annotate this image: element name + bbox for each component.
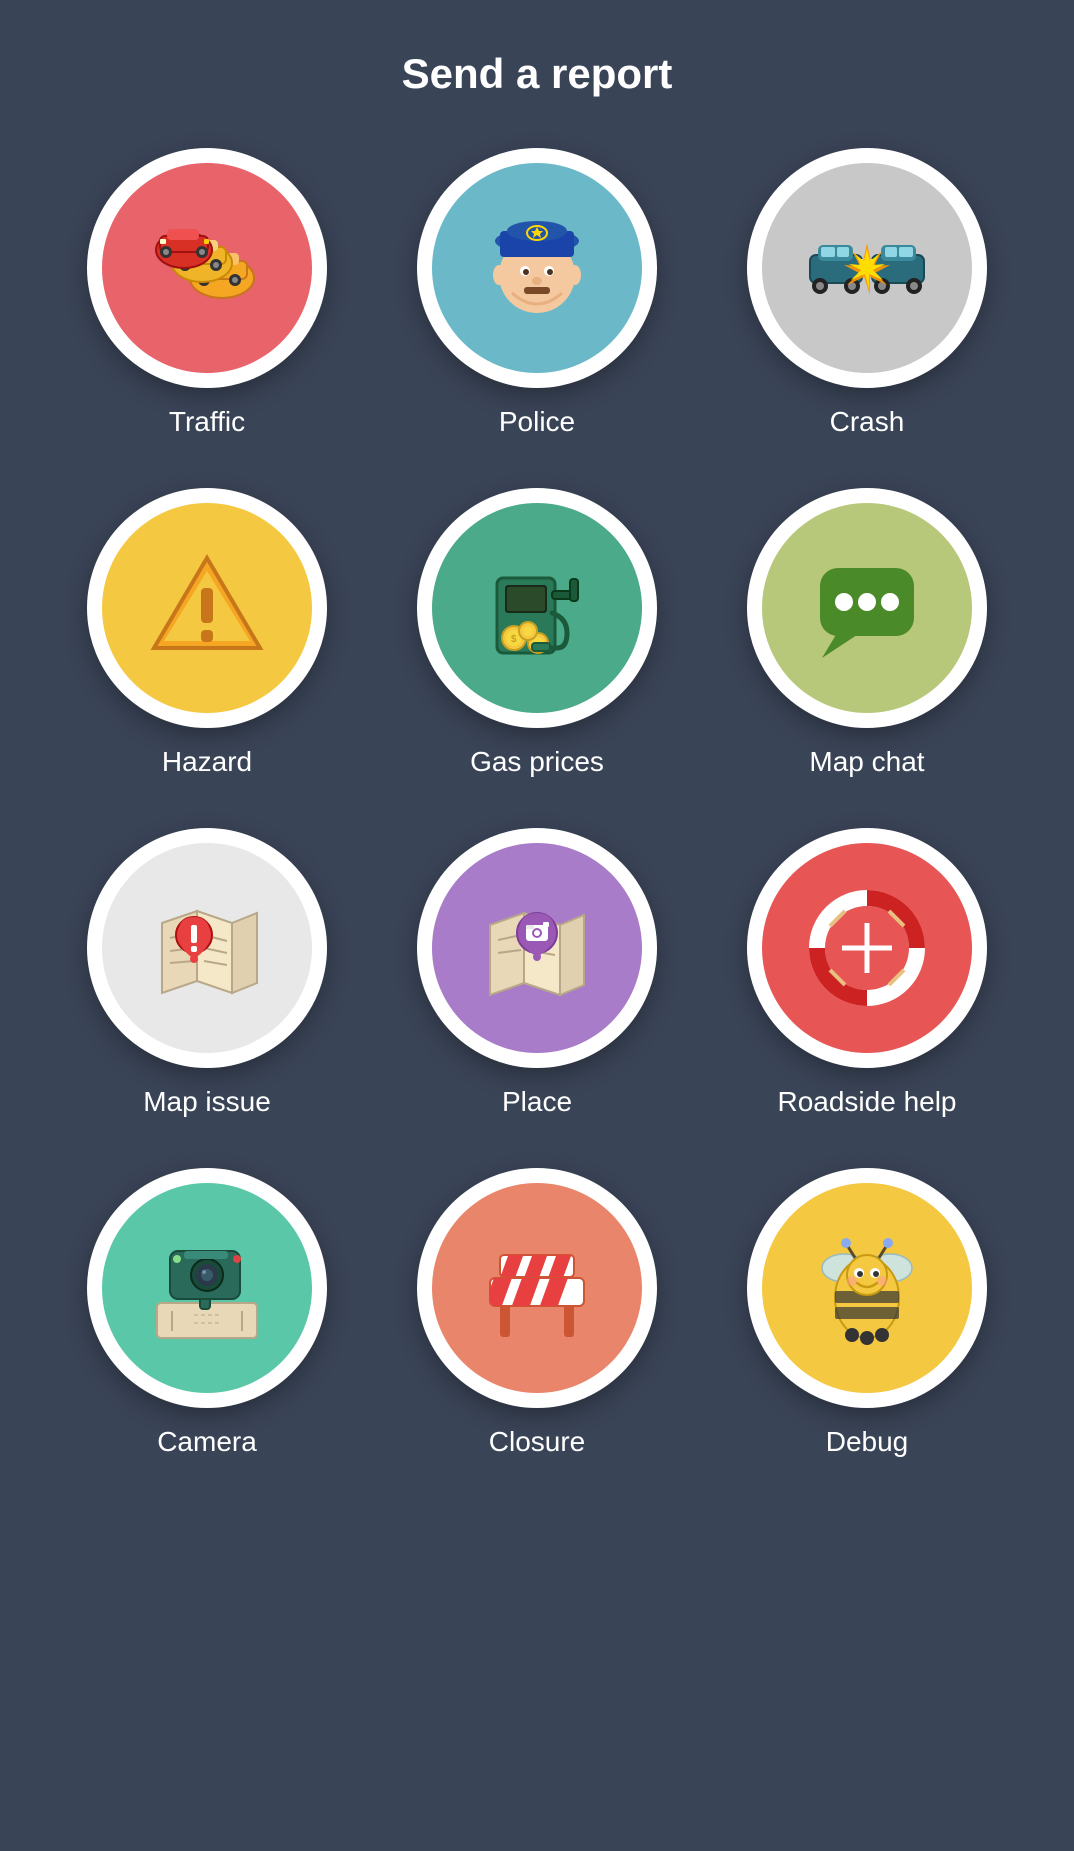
svg-text:$: $ bbox=[511, 634, 517, 645]
report-item-camera[interactable]: Camera bbox=[57, 1168, 357, 1458]
mapchat-circle bbox=[747, 488, 987, 728]
report-item-gas[interactable]: $ Gas prices bbox=[387, 488, 687, 778]
report-item-mapissue[interactable]: Map issue bbox=[57, 828, 357, 1118]
police-label: Police bbox=[499, 406, 575, 438]
debug-icon-bg bbox=[762, 1183, 972, 1393]
closure-circle bbox=[417, 1168, 657, 1408]
camera-icon-bg bbox=[102, 1183, 312, 1393]
hazard-icon-bg bbox=[102, 503, 312, 713]
police-icon-bg bbox=[432, 163, 642, 373]
debug-circle bbox=[747, 1168, 987, 1408]
place-circle bbox=[417, 828, 657, 1068]
hazard-label: Hazard bbox=[162, 746, 252, 778]
traffic-icon-bg bbox=[102, 163, 312, 373]
report-item-crash[interactable]: Crash bbox=[717, 148, 1017, 438]
report-item-mapchat[interactable]: Map chat bbox=[717, 488, 1017, 778]
crash-icon bbox=[802, 203, 932, 333]
mapchat-icon bbox=[802, 543, 932, 673]
mapissue-icon-bg bbox=[102, 843, 312, 1053]
closure-icon bbox=[472, 1223, 602, 1353]
roadside-icon-bg bbox=[762, 843, 972, 1053]
police-circle bbox=[417, 148, 657, 388]
mapchat-icon-bg bbox=[762, 503, 972, 713]
debug-label: Debug bbox=[826, 1426, 909, 1458]
report-item-hazard[interactable]: Hazard bbox=[57, 488, 357, 778]
place-label: Place bbox=[502, 1086, 572, 1118]
crash-circle bbox=[747, 148, 987, 388]
report-item-closure[interactable]: Closure bbox=[387, 1168, 687, 1458]
mapchat-label: Map chat bbox=[809, 746, 924, 778]
report-grid: Traffic bbox=[57, 148, 1017, 1458]
roadside-circle bbox=[747, 828, 987, 1068]
hazard-icon bbox=[142, 543, 272, 673]
roadside-label: Roadside help bbox=[777, 1086, 956, 1118]
crash-label: Crash bbox=[830, 406, 905, 438]
page-title: Send a report bbox=[402, 50, 673, 98]
gas-icon: $ bbox=[472, 543, 602, 673]
report-item-traffic[interactable]: Traffic bbox=[57, 148, 357, 438]
place-icon bbox=[472, 883, 602, 1013]
camera-icon bbox=[142, 1223, 272, 1353]
report-item-police[interactable]: Police bbox=[387, 148, 687, 438]
roadside-icon bbox=[802, 883, 932, 1013]
gas-icon-bg: $ bbox=[432, 503, 642, 713]
gas-label: Gas prices bbox=[470, 746, 604, 778]
report-item-place[interactable]: Place bbox=[387, 828, 687, 1118]
camera-label: Camera bbox=[157, 1426, 257, 1458]
gas-circle: $ bbox=[417, 488, 657, 728]
traffic-circle bbox=[87, 148, 327, 388]
closure-icon-bg bbox=[432, 1183, 642, 1393]
debug-icon bbox=[802, 1223, 932, 1353]
police-icon bbox=[472, 203, 602, 333]
traffic-label: Traffic bbox=[169, 406, 245, 438]
hazard-circle bbox=[87, 488, 327, 728]
report-item-debug[interactable]: Debug bbox=[717, 1168, 1017, 1458]
mapissue-icon bbox=[142, 883, 272, 1013]
place-icon-bg bbox=[432, 843, 642, 1053]
crash-icon-bg bbox=[762, 163, 972, 373]
traffic-icon bbox=[142, 203, 272, 333]
report-item-roadside[interactable]: Roadside help bbox=[717, 828, 1017, 1118]
mapissue-circle bbox=[87, 828, 327, 1068]
closure-label: Closure bbox=[489, 1426, 585, 1458]
camera-circle bbox=[87, 1168, 327, 1408]
mapissue-label: Map issue bbox=[143, 1086, 271, 1118]
